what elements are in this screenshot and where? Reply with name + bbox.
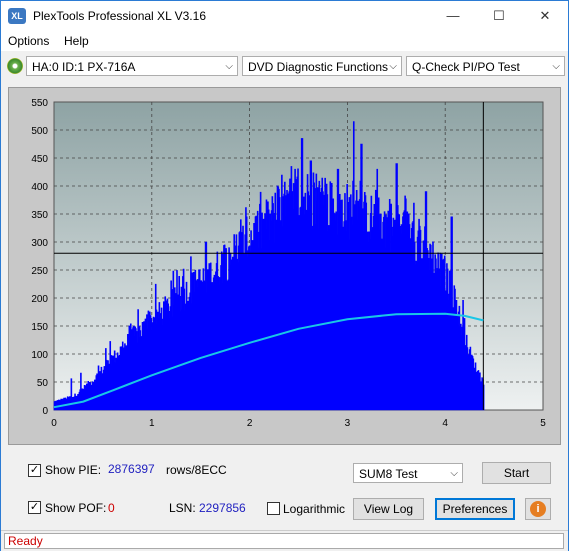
function-select-value: DVD Diagnostic Functions (248, 60, 389, 74)
window-title: PlexTools Professional XL V3.16 (33, 9, 206, 23)
view-log-button[interactable]: View Log (353, 498, 424, 520)
y-tick-label: 550 (31, 98, 48, 109)
sum-test-select-value: SUM8 Test (359, 467, 418, 481)
y-tick-label: 400 (31, 182, 48, 193)
show-pie-checkbox[interactable]: ✓ (28, 464, 41, 477)
x-tick-label: 5 (540, 418, 546, 429)
y-tick-label: 150 (31, 322, 48, 333)
sum-test-select[interactable]: SUM8 Test ⌵ (353, 463, 463, 483)
function-select[interactable]: DVD Diagnostic Functions ⌵ (242, 56, 402, 76)
title-bar: XL PlexTools Professional XL V3.16 — ☐ ✕ (1, 1, 568, 31)
show-pof-label: Show POF: (45, 501, 107, 515)
chevron-down-icon: ⌵ (389, 61, 397, 72)
y-tick-label: 250 (31, 266, 48, 277)
show-pie-label: Show PIE: (45, 463, 102, 477)
info-button[interactable]: i (525, 498, 551, 520)
app-window: XL PlexTools Professional XL V3.16 — ☐ ✕… (0, 0, 569, 551)
start-button[interactable]: Start (482, 462, 551, 484)
menu-help[interactable]: Help (64, 34, 89, 48)
toolbar: HA:0 ID:1 PX-716A ⌵ DVD Diagnostic Funct… (1, 53, 568, 81)
y-tick-label: 100 (31, 350, 48, 361)
pi-po-chart: 0 50 100 150 200 250 300 350 400 450 500 550 0 1 2 3 4 5 (31, 98, 546, 429)
pof-value: 0 (108, 501, 115, 515)
x-tick-label: 0 (51, 418, 57, 429)
maximize-button[interactable]: ☐ (476, 1, 522, 31)
menu-options[interactable]: Options (8, 34, 49, 48)
close-button[interactable]: ✕ (522, 1, 568, 31)
chevron-down-icon: ⌵ (450, 468, 458, 479)
x-tick-label: 3 (345, 418, 351, 429)
test-type-select[interactable]: Q-Check PI/PO Test ⌵ (406, 56, 565, 76)
y-tick-label: 350 (31, 210, 48, 221)
minimize-button[interactable]: — (430, 1, 476, 31)
status-text: Ready (8, 534, 43, 548)
y-tick-label: 200 (31, 294, 48, 305)
test-type-select-value: Q-Check PI/PO Test (412, 60, 520, 74)
disc-drive-icon (7, 58, 23, 74)
info-icon: i (530, 501, 546, 517)
status-bar: Ready (1, 530, 568, 551)
controls-panel: ✓ Show PIE: 2876397 rows/8ECC ✓ Show POF… (8, 451, 561, 525)
drive-select-value: HA:0 ID:1 PX-716A (32, 60, 136, 74)
app-logo-icon: XL (8, 8, 26, 24)
logarithmic-checkbox[interactable] (267, 502, 280, 515)
lsn-label: LSN: (169, 501, 196, 515)
y-tick-label: 0 (42, 406, 48, 417)
y-tick-label: 450 (31, 154, 48, 165)
x-tick-label: 1 (149, 418, 155, 429)
chart-panel: 0 50 100 150 200 250 300 350 400 450 500 550 0 1 2 3 4 5 (8, 87, 561, 445)
logarithmic-label: Logarithmic (283, 502, 346, 516)
lsn-value: 2297856 (199, 501, 246, 515)
drive-select[interactable]: HA:0 ID:1 PX-716A ⌵ (26, 56, 238, 76)
show-pof-checkbox[interactable]: ✓ (28, 501, 41, 514)
x-tick-label: 2 (247, 418, 253, 429)
preferences-button[interactable]: Preferences (435, 498, 515, 520)
pie-total-value: 2876397 (108, 462, 155, 476)
y-tick-label: 50 (37, 378, 49, 389)
y-tick-label: 300 (31, 238, 48, 249)
x-tick-label: 4 (442, 418, 448, 429)
y-tick-label: 500 (31, 126, 48, 137)
chevron-down-icon: ⌵ (552, 61, 560, 72)
status-field: Ready (4, 533, 564, 549)
menu-bar: Options Help (1, 31, 568, 51)
chevron-down-icon: ⌵ (225, 61, 233, 72)
rows-unit-label: rows/8ECC (166, 463, 227, 477)
